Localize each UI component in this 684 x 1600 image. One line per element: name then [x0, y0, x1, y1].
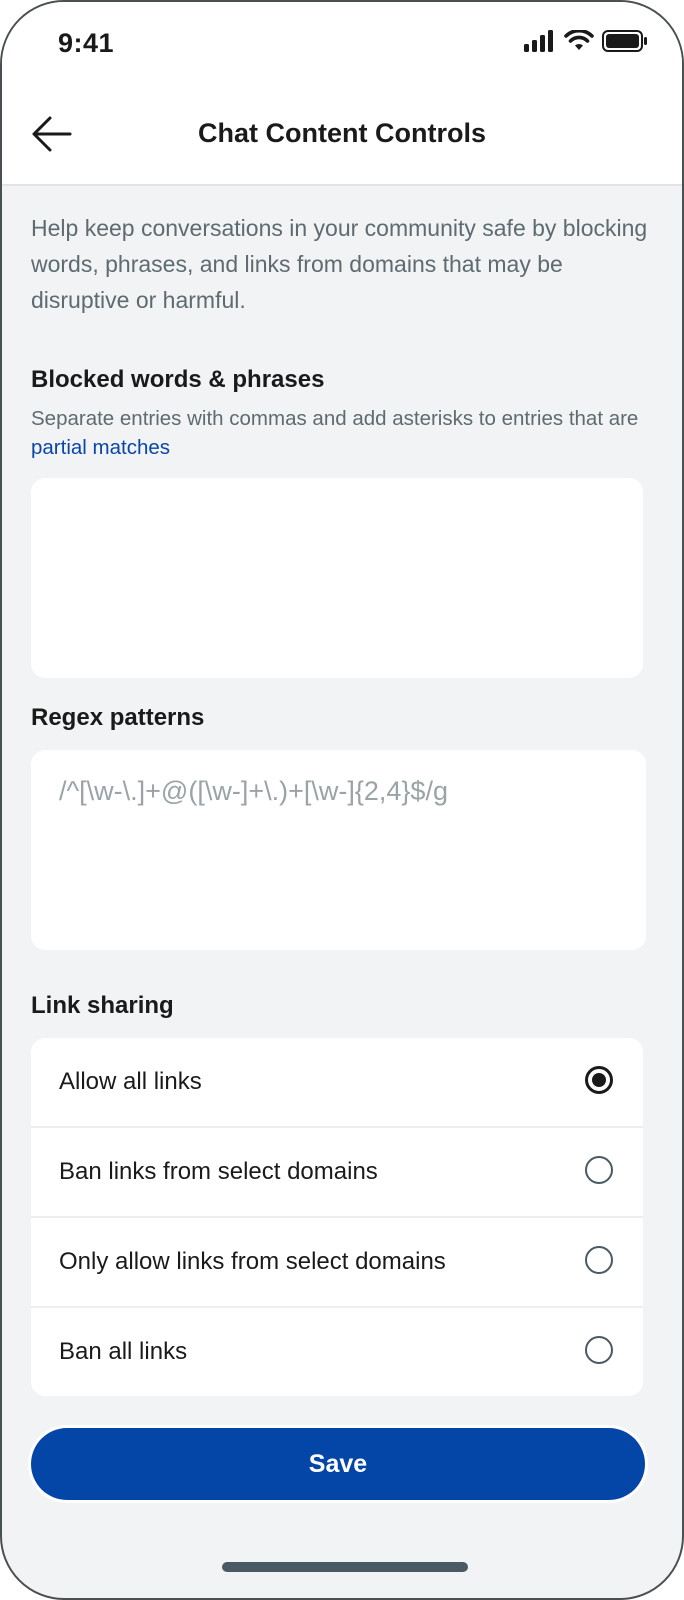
option-label: Ban all links [59, 1338, 188, 1365]
option-allow-all-links[interactable]: Allow all links [31, 1038, 643, 1128]
helper-text: Separate entries with commas and add ast… [31, 407, 639, 430]
option-label: Allow all links [59, 1068, 202, 1095]
radio-unselected-icon[interactable] [585, 1156, 613, 1184]
status-icons [524, 30, 648, 52]
save-button[interactable]: Save [31, 1428, 645, 1500]
link-sharing-options: Allow all links Ban links from select do… [31, 1038, 643, 1396]
home-indicator [222, 1562, 468, 1572]
radio-unselected-icon[interactable] [585, 1336, 613, 1364]
option-label: Only allow links from select domains [59, 1248, 446, 1275]
top-bar: 9:41 Chat Content Controls [2, 2, 682, 186]
option-only-allow-select-domains[interactable]: Only allow links from select domains [31, 1218, 643, 1308]
content: Help keep conversations in your communit… [31, 184, 656, 1396]
option-label: Ban links from select domains [59, 1158, 378, 1185]
partial-matches-link[interactable]: partial matches [31, 436, 170, 459]
blocked-words-value [31, 478, 643, 526]
status-time: 9:41 [58, 28, 115, 58]
option-ban-select-domains[interactable]: Ban links from select domains [31, 1128, 643, 1218]
regex-placeholder: /^[\w-\.]+@([\w-]+\.)+[\w-]{2,4}$/g [59, 776, 448, 806]
intro-text: Help keep conversations in your communit… [31, 215, 648, 313]
blocked-words-label: Blocked words & phrases [31, 366, 325, 393]
phone-frame: 9:41 Chat Content Controls Help keep con… [0, 0, 684, 1600]
radio-selected-icon[interactable] [585, 1066, 613, 1094]
blocked-words-helper: Separate entries with commas and add ast… [31, 404, 656, 462]
wifi-icon [564, 30, 594, 50]
page-title: Chat Content Controls [198, 118, 486, 148]
option-ban-all-links[interactable]: Ban all links [31, 1308, 643, 1396]
regex-input[interactable]: /^[\w-\.]+@([\w-]+\.)+[\w-]{2,4}$/g [31, 750, 646, 950]
link-sharing-label: Link sharing [31, 992, 174, 1019]
radio-unselected-icon[interactable] [585, 1246, 613, 1274]
signal-icon [524, 30, 553, 52]
blocked-words-input[interactable] [31, 478, 643, 678]
battery-icon [602, 30, 647, 52]
regex-label: Regex patterns [31, 704, 205, 731]
